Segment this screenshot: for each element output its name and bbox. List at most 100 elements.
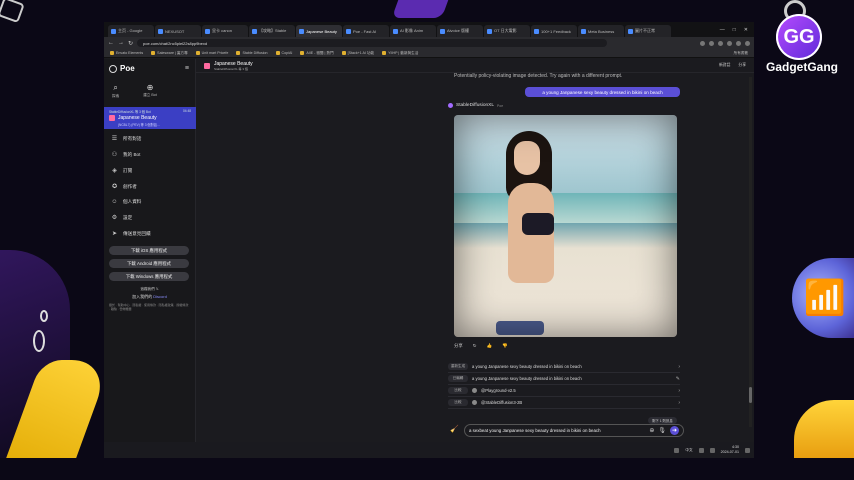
share-message-button[interactable]: 分享 <box>454 343 463 349</box>
all-bookmarks-link[interactable]: 所有書籤 <box>734 51 748 56</box>
extension-icon[interactable] <box>727 40 732 46</box>
attach-icon[interactable]: ⊕ <box>649 427 654 434</box>
back-icon[interactable]: ← <box>108 40 114 46</box>
send-button[interactable]: ➜ <box>670 426 679 435</box>
creator-icon: ✪ <box>111 184 118 190</box>
browser-tab[interactable]: Japanese Beauty <box>296 25 342 37</box>
explore-button[interactable]: ⌕ 探索 <box>112 83 119 99</box>
bookmark-item[interactable]: Stable Diffusion <box>236 51 268 55</box>
tab-favicon-icon <box>299 28 304 34</box>
bookmark-item[interactable]: YIIHP | 動新與生活 <box>382 51 418 56</box>
browser-tab[interactable]: AI 影像 Anim <box>390 25 436 37</box>
new-chat-icon: ⊕ <box>146 83 154 92</box>
poe-logo[interactable]: Poe <box>109 64 190 73</box>
tab-bar: 主页 - Google NEXUSOT 显卡 canon 【攻略】Stable Japa… <box>104 22 754 37</box>
input-language[interactable]: 中文 <box>685 448 692 453</box>
sidebar-item-my-bots[interactable]: ⚇ 我的 Bot <box>111 151 190 159</box>
forward-icon[interactable]: → <box>118 40 124 46</box>
sidebar-item-profile[interactable]: ☺ 個人資料 <box>111 199 190 205</box>
suggestion-row[interactable]: 比較 @StableDiffusion3-2B › <box>448 397 680 409</box>
sidebar-item-subscribe[interactable]: ◈ 訂閱 <box>111 167 190 175</box>
message-limit-badge: 剩下 1 則訊息 <box>648 417 677 424</box>
edit-icon[interactable]: ✎ <box>676 376 680 382</box>
clear-context-icon[interactable]: 🧹 <box>450 425 459 433</box>
bot-icon: ⚇ <box>111 152 118 158</box>
suggestion-row[interactable]: 重新生成 a young Janpanese sexy beauty dress… <box>448 361 680 373</box>
microphone-icon[interactable]: 🎙 <box>658 427 666 434</box>
generated-image[interactable] <box>454 115 677 337</box>
thumbs-up-icon[interactable]: 👍 <box>486 343 491 349</box>
maximize-icon[interactable]: □ <box>733 27 736 33</box>
tray-icon[interactable] <box>674 447 680 453</box>
regenerate-icon[interactable]: ↻ <box>473 343 477 349</box>
browser-tab[interactable]: Meta Business <box>578 25 624 37</box>
message-actions: 分享 ↻ 👍 👎 <box>454 343 507 349</box>
bookmark-item[interactable]: Salesware | 裏方專 <box>151 51 188 56</box>
extension-icon[interactable] <box>718 40 723 46</box>
brand-logo: GG <box>776 14 822 60</box>
browser-tab[interactable]: 圖片不正常 <box>625 25 671 37</box>
current-conversation[interactable]: StableDiffusionXL 等 3 個 Bot 04:48 Japane… <box>104 107 196 129</box>
message-input[interactable] <box>469 428 646 433</box>
download-ios-button[interactable]: 下載 iOS 應用程式 <box>109 246 189 255</box>
minimize-icon[interactable]: — <box>720 27 725 33</box>
browser-tab[interactable]: Poe - Fast AI <box>343 25 389 37</box>
sidebar-item-settings[interactable]: ⚙ 設定 <box>111 214 190 222</box>
url-field[interactable]: poe.com/chat/2nc5plel22s8pp9bexd <box>137 39 608 47</box>
browser-tab[interactable]: NEXUSOT <box>155 25 201 37</box>
tab-favicon-icon <box>252 28 257 34</box>
suggestion-list: 重新生成 a young Janpanese sexy beauty dress… <box>448 361 680 409</box>
close-icon[interactable]: ✕ <box>744 27 748 33</box>
profile-icon[interactable] <box>745 40 750 46</box>
new-chat-button[interactable]: 新對話 <box>719 63 730 68</box>
sidebar-item-creators[interactable]: ✪ 創作者 <box>111 183 190 191</box>
sidebar-item-all-chats[interactable]: ☰ 所有對話 <box>111 135 190 143</box>
download-android-button[interactable]: 下載 Android 應用程式 <box>109 259 189 268</box>
bookmark-item[interactable]: Envato Elements <box>110 51 143 55</box>
browser-tab[interactable]: 【攻略】Stable <box>249 25 295 37</box>
reload-icon[interactable]: ↻ <box>128 40 133 47</box>
download-windows-button[interactable]: 下載 Windows 應用程式 <box>109 272 189 281</box>
browser-tab[interactable]: 主页 - Google <box>108 25 154 37</box>
conversation-preview: (NCBL7) (PEV) 等 3 個對話... <box>118 123 160 127</box>
bookmark-item[interactable]: Unit mart Pricefe <box>195 51 228 55</box>
share-button[interactable]: 分享 <box>738 63 746 68</box>
bookmark-icon <box>195 51 200 55</box>
bot-avatar <box>472 400 477 405</box>
browser-tab[interactable]: 100+1 Feedback <box>531 25 577 37</box>
background-decoration <box>40 310 48 322</box>
create-bot-button[interactable]: ⊕ 建立 Bot <box>143 83 157 99</box>
user-message: a young Janpanese sexy beauty dressed in… <box>525 87 680 97</box>
tab-favicon-icon <box>111 28 116 34</box>
browser-tab[interactable]: Aivoice 版權 <box>437 25 483 37</box>
browser-tab[interactable]: OT 日大電影 <box>484 25 530 37</box>
tab-favicon-icon <box>534 28 539 34</box>
tab-favicon-icon <box>205 28 210 34</box>
menu-icon[interactable]: ≡ <box>185 65 189 72</box>
bookmark-item[interactable]: AIIE - 雅聞 | 熱門 <box>300 51 334 56</box>
thumbs-down-icon[interactable]: 👎 <box>502 343 507 349</box>
x-icon[interactable]: 𝕏 <box>156 287 159 291</box>
brand-name: GadgetGang <box>765 60 838 74</box>
browser-tab[interactable]: 显卡 canon <box>202 25 248 37</box>
chat-icon: ☰ <box>111 136 118 142</box>
extension-icon[interactable] <box>736 40 741 46</box>
extension-icon[interactable] <box>709 40 714 46</box>
sidebar-item-feedback[interactable]: ➤ 傳送意見回饋 <box>111 230 190 238</box>
legal-links[interactable]: 關於 · 幫助中心 · 隱私權 · 使用條款 · 隱私權政策 · 授權條款 · … <box>109 303 190 311</box>
extension-icon[interactable] <box>700 40 705 46</box>
bot-avatar <box>472 388 477 393</box>
bookmark-item[interactable]: CopiAI <box>275 51 292 55</box>
suggestion-row[interactable]: 比較 @Playground-v2.5 › <box>448 385 680 397</box>
scrollbar[interactable] <box>749 77 752 427</box>
volume-icon[interactable] <box>709 447 715 453</box>
notification-icon[interactable] <box>745 447 750 453</box>
bookmark-item[interactable]: [Stack+1 AI 功能 <box>341 51 374 56</box>
network-icon[interactable] <box>698 447 704 453</box>
chat-subtitle: StableDiffusionXL 等 3 個 <box>214 66 248 71</box>
clock[interactable]: 4:30 2024-07-01 <box>721 445 739 455</box>
poe-logo-icon <box>109 64 117 73</box>
suggestion-row[interactable]: 已編輯 a young Janpanese sexy beauty dresse… <box>448 373 680 385</box>
sidebar: Poe ≡ ⌕ 探索 ⊕ 建立 Bot StableDiffusionXL 等 … <box>104 59 196 442</box>
discord-link[interactable]: Discord <box>153 294 167 299</box>
